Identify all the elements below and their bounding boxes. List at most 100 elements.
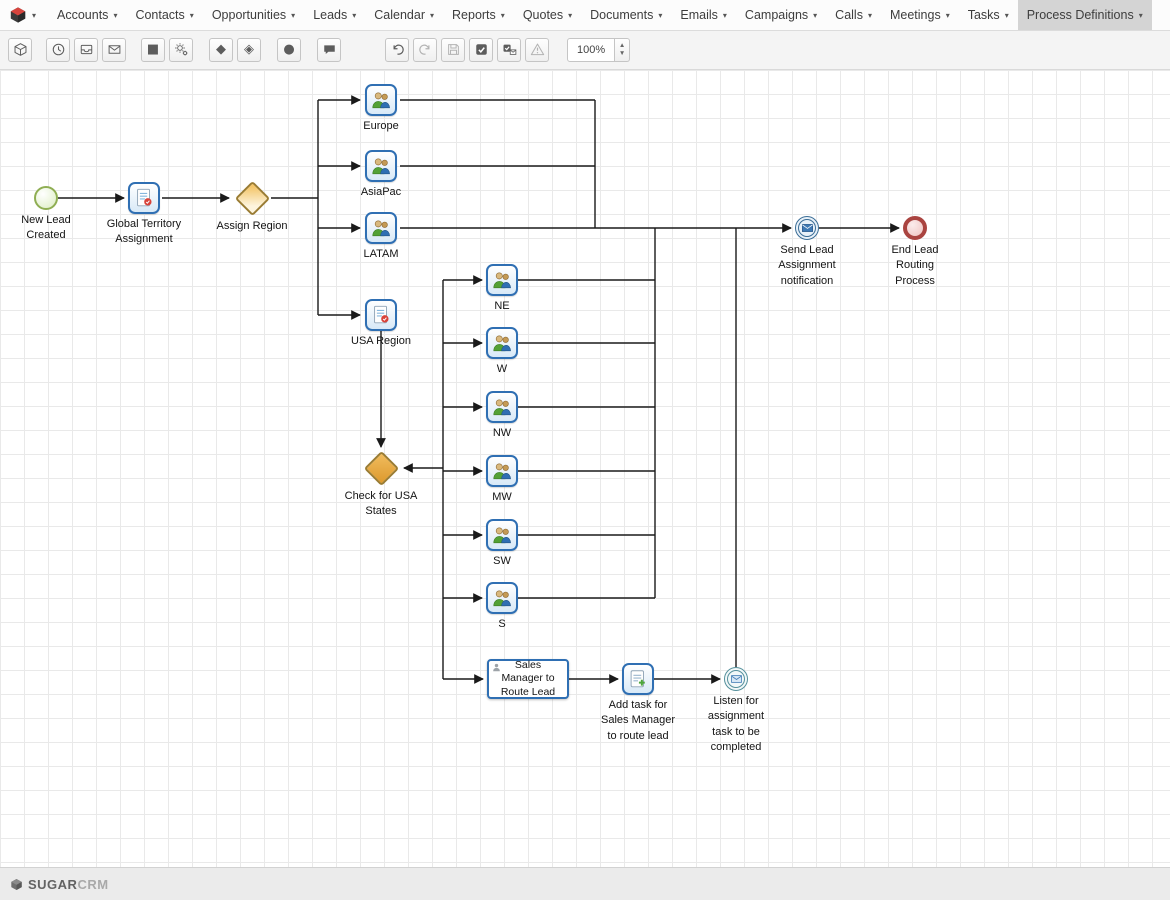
users-icon: [486, 519, 518, 551]
chevron-down-icon: ▾: [430, 11, 434, 20]
warnings-button[interactable]: [525, 38, 549, 62]
task-add-task-sales-manager[interactable]: Add task for Sales Manager to route lead: [600, 663, 676, 744]
nav-item-process-definitions[interactable]: Process Definitions▾: [1018, 0, 1152, 30]
export-package-button[interactable]: [8, 38, 32, 62]
start-event-circle: [34, 186, 58, 210]
end-event-button[interactable]: ●: [277, 38, 301, 62]
chevron-down-icon: ▾: [568, 11, 572, 20]
inclusive-gateway-button[interactable]: ◈: [237, 38, 261, 62]
app-logo[interactable]: ▾: [0, 0, 48, 30]
add-task-icon: [622, 663, 654, 695]
square-icon: ■: [147, 43, 159, 56]
chevron-down-icon: ▾: [946, 11, 950, 20]
task-global-territory-assignment[interactable]: Global Territory Assignment: [101, 182, 187, 248]
task-nw[interactable]: NW: [482, 391, 522, 441]
chevron-down-icon: ▾: [1139, 11, 1143, 20]
task-sw[interactable]: SW: [482, 519, 522, 569]
chevron-down-icon: ▾: [32, 11, 36, 20]
start-event-new-lead[interactable]: New Lead Created: [18, 186, 74, 244]
sugarcrm-brand: SUGARCRM: [28, 877, 109, 892]
checkbox-envelope-icon: [502, 42, 517, 57]
gateway-diamond-icon: [234, 180, 269, 215]
message-catch-event-circle: [724, 667, 748, 691]
chevron-down-icon: ▼: [619, 50, 625, 57]
footer: SUGARCRM: [0, 867, 1170, 900]
activity-tools-group: ■: [141, 38, 193, 62]
chevron-down-icon: ▾: [113, 11, 117, 20]
envelope-icon: [802, 224, 813, 232]
chevron-down-icon: ▾: [723, 11, 727, 20]
send-message-button[interactable]: [102, 38, 126, 62]
nav-item-contacts[interactable]: Contacts▾: [126, 0, 202, 30]
activity-button[interactable]: ■: [141, 38, 165, 62]
task-ne[interactable]: NE: [482, 264, 522, 314]
redo-icon: [418, 42, 433, 57]
chevron-down-icon: ▾: [658, 11, 662, 20]
nav-item-tasks[interactable]: Tasks▾: [959, 0, 1018, 30]
event-listen-assignment-task[interactable]: Listen for assignment task to be complet…: [705, 667, 767, 756]
gateway-check-usa-states[interactable]: Check for USA States: [339, 450, 423, 520]
nav-item-opportunities[interactable]: Opportunities▾: [203, 0, 304, 30]
nav-item-quotes[interactable]: Quotes▾: [514, 0, 581, 30]
undo-icon: [390, 42, 405, 57]
users-icon: [365, 84, 397, 116]
task-w[interactable]: W: [482, 327, 522, 377]
timer-event-button[interactable]: [46, 38, 70, 62]
nav-item-calls[interactable]: Calls▾: [826, 0, 881, 30]
chevron-down-icon: ▾: [501, 11, 505, 20]
task-latam[interactable]: LATAM: [351, 212, 411, 262]
task-s[interactable]: S: [482, 582, 522, 632]
receive-message-button[interactable]: [74, 38, 98, 62]
comment-group: [317, 38, 341, 62]
nav-item-reports[interactable]: Reports▾: [443, 0, 514, 30]
nav-item-documents[interactable]: Documents▾: [581, 0, 671, 30]
validate-button[interactable]: [469, 38, 493, 62]
comment-icon: [322, 42, 337, 57]
nav-item-calendar[interactable]: Calendar▾: [365, 0, 443, 30]
main-nav: Accounts▾ Contacts▾ Opportunities▾ Leads…: [48, 0, 1152, 30]
users-icon: [365, 212, 397, 244]
service-task-button[interactable]: [169, 38, 193, 62]
validate-email-button[interactable]: [497, 38, 521, 62]
exclusive-gateway-button[interactable]: ◆: [209, 38, 233, 62]
checkbox-icon: [474, 42, 489, 57]
end-event-lead-routing[interactable]: End Lead Routing Process: [891, 216, 939, 289]
package-icon: [13, 42, 28, 57]
clock-icon: [51, 42, 66, 57]
assignment-document-icon: [365, 299, 397, 331]
task-asiapac[interactable]: AsiaPac: [351, 150, 411, 200]
process-canvas[interactable]: New Lead Created Global Territory Assign…: [0, 70, 1170, 868]
chevron-up-icon: ▲: [619, 42, 625, 49]
nav-item-accounts[interactable]: Accounts▾: [48, 0, 126, 30]
task-usa-region[interactable]: USA Region: [346, 299, 416, 349]
zoom-value[interactable]: 100%: [567, 38, 615, 62]
circle-icon: ●: [283, 43, 294, 56]
assigned-user-icon: [492, 663, 501, 672]
users-icon: [486, 264, 518, 296]
chevron-down-icon: ▾: [291, 11, 295, 20]
gateway-diamond-icon: [363, 450, 398, 485]
event-tools-group: [46, 38, 126, 62]
undo-button[interactable]: [385, 38, 409, 62]
nav-item-campaigns[interactable]: Campaigns▾: [736, 0, 826, 30]
end-event-group: ●: [277, 38, 301, 62]
envelope-icon: [731, 675, 742, 683]
event-send-lead-notification[interactable]: Send Lead Assignment notification: [775, 216, 839, 289]
save-button[interactable]: [441, 38, 465, 62]
nav-item-emails[interactable]: Emails▾: [671, 0, 736, 30]
nav-item-leads[interactable]: Leads▾: [304, 0, 365, 30]
zoom-control: 100% ▲ ▼: [567, 38, 630, 62]
gateway-assign-region[interactable]: Assign Region: [207, 180, 297, 234]
redo-button[interactable]: [413, 38, 437, 62]
navbar: ▾ Accounts▾ Contacts▾ Opportunities▾ Lea…: [0, 0, 1170, 31]
assignment-document-icon: [128, 182, 160, 214]
nav-overflow-button[interactable]: ⋮: [1152, 0, 1170, 30]
comment-button[interactable]: [317, 38, 341, 62]
nav-item-meetings[interactable]: Meetings▾: [881, 0, 959, 30]
sugarcrm-cube-icon: [9, 6, 27, 24]
task-sales-manager-route-lead[interactable]: Sales Manager to Route Lead: [487, 659, 569, 699]
zoom-stepper[interactable]: ▲ ▼: [615, 38, 630, 62]
task-mw[interactable]: MW: [482, 455, 522, 505]
task-europe[interactable]: Europe: [351, 84, 411, 134]
edit-tools-group: [385, 38, 549, 62]
